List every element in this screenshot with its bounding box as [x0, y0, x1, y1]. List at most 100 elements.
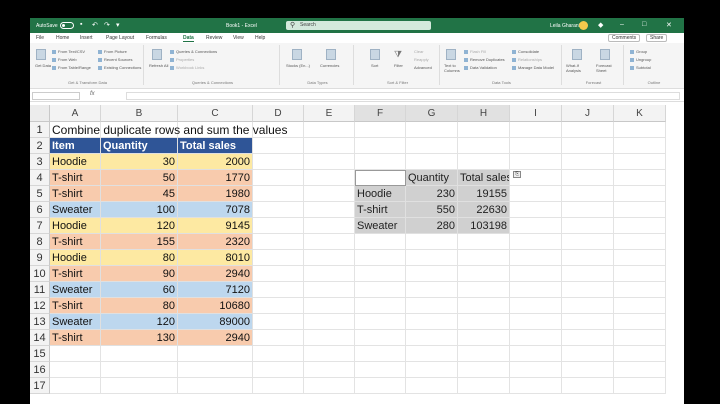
- from-table-button[interactable]: From Table/Range: [52, 65, 91, 70]
- cell-quantity[interactable]: 50: [101, 170, 178, 186]
- formula-input[interactable]: [126, 92, 680, 100]
- cell-item[interactable]: T-shirt: [50, 234, 101, 250]
- refresh-all-icon[interactable]: [152, 49, 162, 60]
- ribbon-display-icon[interactable]: ◆: [598, 21, 603, 29]
- cell-item[interactable]: Hoodie: [50, 250, 101, 266]
- tab-insert[interactable]: Insert: [80, 35, 93, 41]
- cell-total-sales[interactable]: 2320: [178, 234, 253, 250]
- workbook-links-button[interactable]: Workbook Links: [170, 65, 204, 70]
- cell-quantity[interactable]: 120: [101, 218, 178, 234]
- cell-quantity[interactable]: 80: [101, 250, 178, 266]
- relationships-button[interactable]: Relationships: [512, 57, 542, 62]
- cell-quantity[interactable]: 155: [101, 234, 178, 250]
- tab-formulas[interactable]: Formulas: [146, 35, 167, 41]
- row-header[interactable]: 16: [30, 362, 50, 378]
- consolidated-quantity[interactable]: 550: [406, 202, 458, 218]
- column-header[interactable]: G: [406, 105, 458, 122]
- maximize-icon[interactable]: □: [642, 21, 646, 28]
- what-if-button[interactable]: What-If Analysis: [566, 63, 592, 73]
- properties-button[interactable]: Properties: [170, 57, 194, 62]
- cell-item[interactable]: T-shirt: [50, 170, 101, 186]
- autosave-toggle[interactable]: [60, 22, 74, 29]
- consolidated-total-sales[interactable]: 19155: [458, 186, 510, 202]
- row-header[interactable]: 17: [30, 378, 50, 394]
- cell-total-sales[interactable]: 2940: [178, 266, 253, 282]
- currencies-icon[interactable]: [326, 49, 336, 60]
- consolidated-header-quantity[interactable]: Quantity: [406, 170, 458, 186]
- sort-button[interactable]: Sort: [371, 63, 378, 68]
- from-web-button[interactable]: From Web: [52, 57, 77, 62]
- advanced-button[interactable]: Advanced: [414, 65, 432, 70]
- stocks-button[interactable]: Stocks (En...): [286, 63, 310, 68]
- select-all-corner[interactable]: [30, 105, 50, 122]
- from-picture-button[interactable]: From Picture: [98, 49, 127, 54]
- tab-help[interactable]: Help: [255, 35, 265, 41]
- row-header[interactable]: 5: [30, 186, 50, 202]
- cell-quantity[interactable]: 100: [101, 202, 178, 218]
- consolidated-corner[interactable]: [355, 170, 406, 186]
- column-header[interactable]: D: [253, 105, 304, 122]
- row-header[interactable]: 15: [30, 346, 50, 362]
- cell-total-sales[interactable]: 7120: [178, 282, 253, 298]
- header-quantity[interactable]: Quantity: [101, 138, 178, 154]
- column-header[interactable]: E: [304, 105, 355, 122]
- column-header[interactable]: I: [510, 105, 562, 122]
- cell-total-sales[interactable]: 10680: [178, 298, 253, 314]
- cell-quantity[interactable]: 130: [101, 330, 178, 346]
- cell-quantity[interactable]: 30: [101, 154, 178, 170]
- recent-sources-button[interactable]: Recent Sources: [98, 57, 132, 62]
- row-header[interactable]: 3: [30, 154, 50, 170]
- paste-options-icon[interactable]: ⎘: [513, 171, 521, 178]
- fx-icon[interactable]: fx: [90, 91, 95, 97]
- cell-item[interactable]: T-shirt: [50, 298, 101, 314]
- comments-button[interactable]: Comments: [608, 34, 641, 42]
- cell-quantity[interactable]: 90: [101, 266, 178, 282]
- cell-quantity[interactable]: 120: [101, 314, 178, 330]
- column-header[interactable]: B: [101, 105, 178, 122]
- tab-data[interactable]: Data: [183, 35, 194, 42]
- minimize-icon[interactable]: –: [620, 21, 624, 28]
- consolidated-item[interactable]: Hoodie: [355, 186, 406, 202]
- search-input[interactable]: ⚲ Search: [286, 21, 431, 30]
- consolidated-total-sales[interactable]: 103198: [458, 218, 510, 234]
- row-header[interactable]: 2: [30, 138, 50, 154]
- close-icon[interactable]: ✕: [666, 21, 672, 29]
- header-total-sales[interactable]: Total sales: [178, 138, 253, 154]
- row-header[interactable]: 1: [30, 122, 50, 138]
- forecast-sheet-icon[interactable]: [600, 49, 610, 60]
- get-data-icon[interactable]: [36, 49, 46, 60]
- cell-item[interactable]: Hoodie: [50, 218, 101, 234]
- tab-home[interactable]: Home: [56, 35, 69, 41]
- customize-qat-icon[interactable]: ▾: [116, 21, 120, 29]
- cell-total-sales[interactable]: 9145: [178, 218, 253, 234]
- cell-quantity[interactable]: 80: [101, 298, 178, 314]
- cell-item[interactable]: T-shirt: [50, 186, 101, 202]
- cell-item[interactable]: T-shirt: [50, 330, 101, 346]
- row-header[interactable]: 11: [30, 282, 50, 298]
- cell-item[interactable]: Sweater: [50, 314, 101, 330]
- column-header[interactable]: A: [50, 105, 101, 122]
- cell-quantity[interactable]: 45: [101, 186, 178, 202]
- manage-model-button[interactable]: Manage Data Model: [512, 65, 554, 70]
- tab-view[interactable]: View: [233, 35, 244, 41]
- forecast-sheet-button[interactable]: Forecast Sheet: [596, 63, 620, 73]
- avatar[interactable]: [579, 21, 588, 30]
- column-header[interactable]: F: [355, 105, 406, 122]
- name-box[interactable]: [32, 92, 80, 100]
- sheet-title[interactable]: Combine duplicate rows and sum the value…: [50, 122, 350, 138]
- cell-total-sales[interactable]: 2940: [178, 330, 253, 346]
- row-header[interactable]: 10: [30, 266, 50, 282]
- consolidated-header-total-sales[interactable]: Total sales: [458, 170, 510, 186]
- header-item[interactable]: Item: [50, 138, 101, 154]
- consolidated-item[interactable]: T-shirt: [355, 202, 406, 218]
- queries-button[interactable]: Queries & Connections: [170, 49, 217, 54]
- column-header[interactable]: H: [458, 105, 510, 122]
- tab-file[interactable]: File: [36, 35, 44, 41]
- text-to-columns-button[interactable]: Text to Columns: [444, 63, 464, 73]
- clear-button[interactable]: Clear: [414, 49, 424, 54]
- sort-icon[interactable]: [370, 49, 380, 60]
- cell-total-sales[interactable]: 1770: [178, 170, 253, 186]
- column-header[interactable]: C: [178, 105, 253, 122]
- row-header[interactable]: 14: [30, 330, 50, 346]
- share-button[interactable]: Share: [646, 34, 668, 42]
